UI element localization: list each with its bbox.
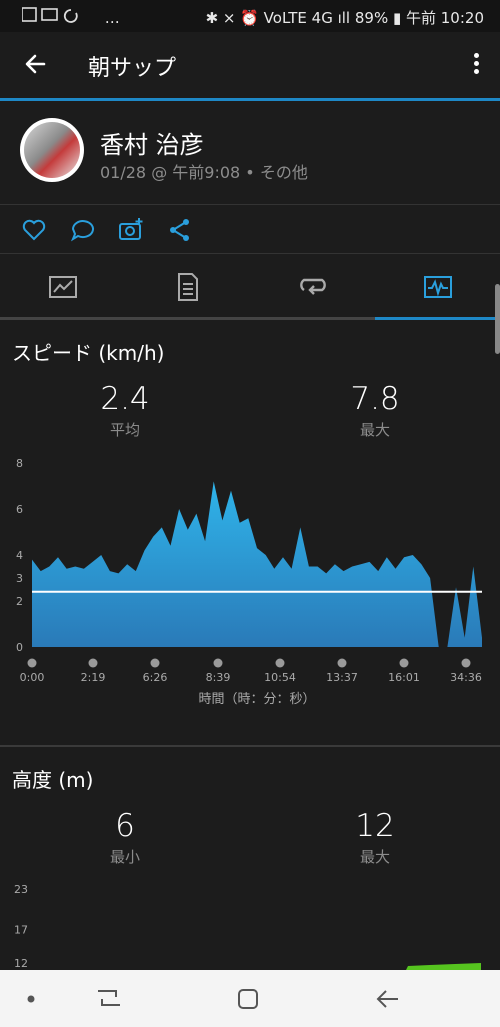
image-icon — [21, 7, 37, 22]
laps-icon — [300, 278, 326, 295]
x-tick-marker — [88, 658, 98, 668]
y-tick-label: 8 — [16, 457, 23, 470]
y-tick-label: 6 — [16, 503, 23, 516]
x-tick-label: 8:39 — [206, 671, 231, 684]
status-bar: … ✱ ⨯ ⏰ VoLTE 4G ıll 89% ▮ 午前 10:20 — [0, 0, 500, 32]
scrollbar[interactable] — [495, 284, 500, 354]
elevation-title: 高度 (m) — [12, 768, 94, 792]
more-notifications-icon: … — [104, 9, 124, 27]
user-name: 香村 治彦 — [100, 131, 204, 159]
avatar[interactable] — [20, 118, 84, 182]
elevation-max-label: 最大 — [359, 848, 390, 866]
overflow-menu-icon[interactable] — [470, 50, 482, 80]
elevation-min-value: 6 — [115, 808, 135, 844]
x-tick-marker — [399, 658, 409, 668]
speed-max-value: 7.8 — [350, 381, 400, 417]
x-tick-label: 16:01 — [388, 671, 420, 684]
recent-dot-icon[interactable] — [26, 994, 36, 1004]
x-tick-marker — [337, 658, 347, 668]
speed-title: スピード (km/h) — [12, 341, 165, 365]
x-tick-label: 0:00 — [20, 671, 45, 684]
speed-chart: 0 2 3 4 6 8 0:00 2:19 6:26 8:39 10:54 13:37 16:01 34:… — [16, 457, 482, 707]
y-tick-label: 23 — [14, 883, 28, 896]
speed-avg-stat: 2.4 平均 — [65, 381, 185, 440]
section-divider — [0, 745, 500, 747]
tab-indicator — [375, 317, 500, 320]
charts-icon — [424, 276, 452, 298]
system-nav-bar — [0, 970, 500, 1027]
y-tick-label: 3 — [16, 572, 23, 585]
x-tick-marker — [27, 658, 37, 668]
elevation-series-area — [406, 963, 481, 970]
activity-title: 朝サップ — [88, 56, 177, 81]
summary-icon — [49, 276, 77, 298]
x-tick-label: 10:54 — [264, 671, 296, 684]
back-nav-icon[interactable] — [374, 987, 402, 1011]
sync-icon — [63, 9, 78, 23]
elevation-min-stat: 6 最小 — [65, 808, 185, 867]
mail-icon — [41, 8, 58, 21]
x-tick-label: 13:37 — [326, 671, 358, 684]
like-icon[interactable] — [21, 217, 47, 243]
x-tick-label: 34:36 — [450, 671, 482, 684]
tab-laps[interactable] — [250, 254, 375, 320]
speed-series-area — [32, 481, 482, 647]
home-icon[interactable] — [236, 987, 260, 1011]
tab-indicator-track — [0, 317, 500, 320]
comment-icon[interactable] — [70, 217, 96, 243]
notification-icons — [21, 7, 78, 23]
elevation-max-stat: 12 最大 — [315, 808, 435, 867]
y-tick-label: 2 — [16, 595, 23, 608]
tab-summary[interactable] — [0, 254, 125, 320]
status-right: ✱ ⨯ ⏰ VoLTE 4G ıll 89% ▮ 午前 10:20 — [205, 9, 484, 27]
x-tick-label: 6:26 — [143, 671, 168, 684]
speed-max-stat: 7.8 最大 — [315, 381, 435, 440]
speed-avg-value: 2.4 — [100, 381, 150, 417]
speed-max-label: 最大 — [359, 421, 390, 439]
y-tick-label: 0 — [16, 641, 23, 654]
x-tick-marker — [150, 658, 160, 668]
y-tick-label: 17 — [14, 923, 28, 936]
action-bar — [0, 205, 500, 254]
details-icon — [178, 273, 198, 301]
y-tick-label: 4 — [16, 549, 23, 562]
status-left-icons: … — [21, 7, 124, 27]
elevation-min-label: 最小 — [109, 848, 140, 866]
y-tick-label: 12 — [14, 957, 28, 970]
back-arrow-icon[interactable] — [20, 48, 52, 80]
profile-header: 香村 治彦 01/28 @ 午前9:08 • その他 — [0, 101, 500, 205]
elevation-max-value: 12 — [355, 808, 395, 844]
tab-details[interactable] — [125, 254, 250, 320]
speed-avg-label: 平均 — [109, 421, 140, 439]
x-tick-marker — [275, 658, 285, 668]
tab-bar — [0, 254, 500, 320]
x-tick-marker — [461, 658, 471, 668]
recents-icon[interactable] — [96, 987, 122, 1009]
add-photo-icon[interactable] — [118, 217, 144, 243]
x-tick-marker — [213, 658, 223, 668]
tab-charts[interactable] — [375, 254, 500, 320]
share-icon[interactable] — [167, 217, 193, 243]
elevation-chart: 23 17 12 — [14, 883, 481, 970]
app-bar: 朝サップ — [0, 32, 500, 101]
x-axis-label: 時間（時：分：秒） — [198, 692, 315, 707]
activity-meta: 01/28 @ 午前9:08 • その他 — [100, 163, 308, 182]
x-tick-label: 2:19 — [81, 671, 106, 684]
